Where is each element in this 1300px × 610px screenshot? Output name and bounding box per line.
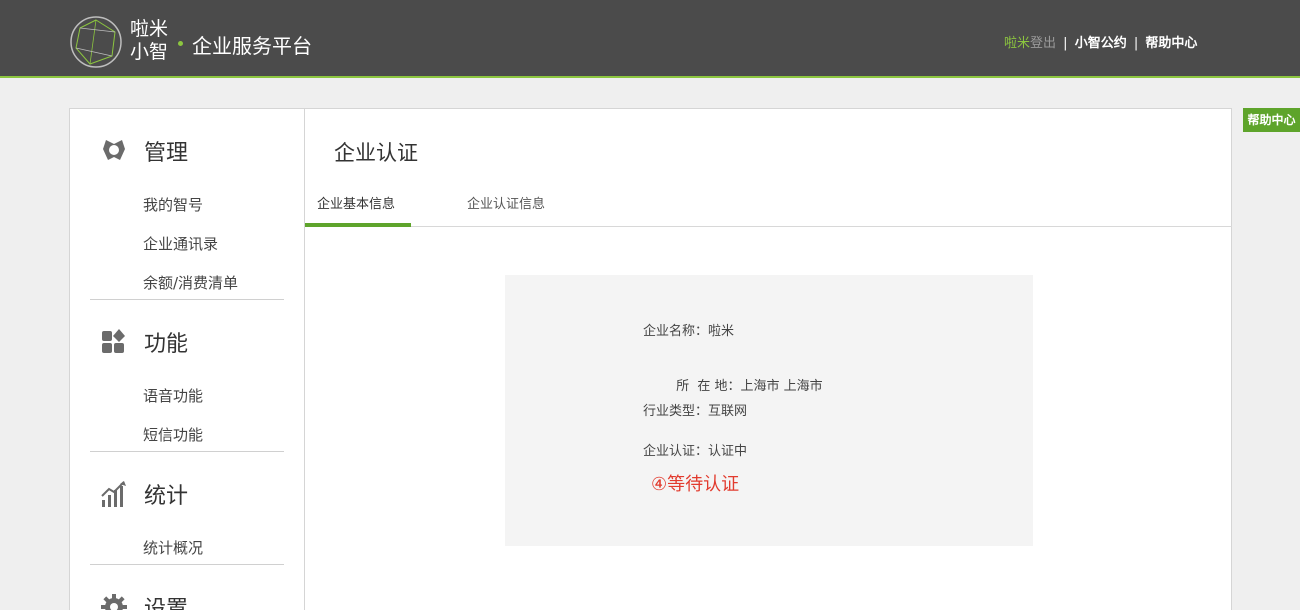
- convention-link[interactable]: 小智公约: [1075, 36, 1127, 51]
- info-row-industry: 行业类型：互联网: [643, 400, 747, 419]
- brand-name: 啦米 小智: [130, 18, 168, 64]
- username: 啦米: [1004, 36, 1031, 51]
- sidebar-item-stats-overview[interactable]: 统计概况: [143, 537, 203, 558]
- logout-link[interactable]: 登出: [1030, 36, 1056, 51]
- top-links: 啦米登出 | 小智公约 | 帮助中心: [1004, 32, 1197, 51]
- features-icon: [102, 329, 125, 353]
- info-label: 所 在 地：: [676, 379, 741, 394]
- section-title-manage: 管理: [144, 141, 189, 166]
- tab-label: 企业认证信息: [467, 197, 546, 212]
- section-title-features: 功能: [144, 332, 189, 357]
- sidebar-item-contacts[interactable]: 企业通讯录: [143, 233, 218, 254]
- main-content: 企业认证 企业基本信息 企业认证信息 企业名称：啦米 所 在 地：上海市 上海市…: [305, 109, 1232, 610]
- brand-line-2: 小智: [130, 41, 169, 63]
- sidebar-divider: [90, 564, 284, 565]
- floating-help-button[interactable]: 帮助中心: [1243, 108, 1300, 132]
- section-title-settings: 设置: [144, 597, 189, 610]
- section-title-stats: 统计: [144, 484, 189, 509]
- top-header: 啦米 小智 企业服务平台 啦米登出 | 小智公约 | 帮助中心: [0, 0, 1300, 78]
- info-value: 认证中: [708, 444, 748, 459]
- tab-label: 企业基本信息: [317, 197, 396, 212]
- gear-icon: [101, 594, 127, 610]
- info-label: 企业名称：: [643, 324, 709, 339]
- sidebar-divider: [90, 299, 284, 300]
- help-center-link[interactable]: 帮助中心: [1145, 36, 1197, 51]
- info-value: 互联网: [708, 404, 748, 419]
- manage-icon: [103, 140, 125, 160]
- sidebar-item-sms[interactable]: 短信功能: [143, 424, 203, 445]
- info-row-company-name: 企业名称：啦米: [643, 320, 734, 339]
- logo-icon[interactable]: [68, 14, 124, 70]
- brand-dot: [178, 41, 183, 46]
- tab-basic-info[interactable]: 企业基本信息: [305, 193, 411, 227]
- info-label: 行业类型：: [643, 404, 709, 419]
- info-value: 上海市 上海市: [740, 379, 823, 394]
- info-row-certification: 企业认证：认证中: [643, 440, 747, 459]
- content-panel: 管理 我的智号 企业通讯录 余额/消费清单 功能 语音功能 短信功能 统计 统计…: [69, 108, 1232, 610]
- sidebar-divider: [90, 451, 284, 452]
- company-info-box: 企业名称：啦米 所 在 地：上海市 上海市 行业类型：互联网 企业认证：认证中 …: [505, 275, 1033, 546]
- status-note: ④等待认证: [651, 474, 740, 495]
- info-label: 企业认证：: [643, 444, 709, 459]
- separator: |: [1133, 36, 1139, 51]
- sidebar-item-voice[interactable]: 语音功能: [143, 385, 203, 406]
- separator: |: [1063, 36, 1068, 51]
- page-title: 企业认证: [334, 141, 418, 165]
- tab-certification-info[interactable]: 企业认证信息: [467, 193, 577, 227]
- sidebar-item-my-account[interactable]: 我的智号: [143, 194, 203, 215]
- stats-icon: [101, 481, 126, 507]
- tab-bar: 企业基本信息 企业认证信息: [305, 193, 1232, 227]
- brand-line-1: 啦米: [130, 18, 169, 40]
- sidebar-item-balance[interactable]: 余额/消费清单: [143, 272, 238, 293]
- info-value: 啦米: [708, 324, 735, 339]
- sidebar: 管理 我的智号 企业通讯录 余额/消费清单 功能 语音功能 短信功能 统计 统计…: [70, 109, 305, 610]
- platform-title: 企业服务平台: [192, 34, 312, 58]
